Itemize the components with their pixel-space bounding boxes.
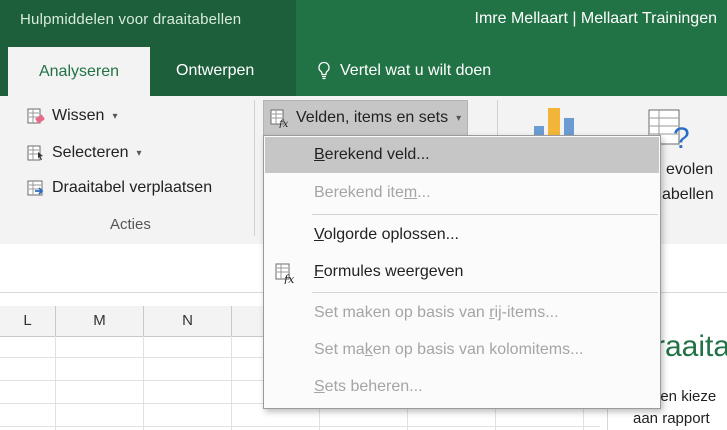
task-pane-text-fragment-2: aan rapport	[633, 410, 710, 427]
recommended-label-fragment-2: abellen	[662, 186, 714, 203]
menu-item-list-formulas[interactable]: fx Formules weergeven	[265, 254, 659, 290]
menu-item-create-set-columns[interactable]: Set maken op basis van kolomitems...	[265, 332, 659, 368]
menu-separator	[312, 214, 658, 215]
menu-item-calculated-item[interactable]: Berekend item...	[265, 175, 659, 211]
svg-text:?: ?	[673, 122, 690, 155]
menu-item-manage-sets[interactable]: Sets beheren...	[265, 369, 659, 405]
menu-item-calculated-field[interactable]: Berekend veld...	[265, 137, 659, 173]
task-pane-text-fragment-1: den kieze	[652, 388, 717, 405]
fields-items-sets-menu: Berekend veld... Berekend item... Volgor…	[263, 135, 661, 409]
formula-fx-icon: fx	[275, 263, 295, 284]
menu-item-solve-order[interactable]: Volgorde oplossen...	[265, 217, 659, 253]
svg-text:fx: fx	[283, 273, 295, 284]
task-pane-title-fragment: raaita	[655, 330, 727, 363]
recommended-label-fragment-1: evolen	[666, 161, 714, 178]
menu-separator	[312, 292, 658, 293]
menu-item-create-set-rows[interactable]: Set maken op basis van rij-items...	[265, 295, 659, 331]
